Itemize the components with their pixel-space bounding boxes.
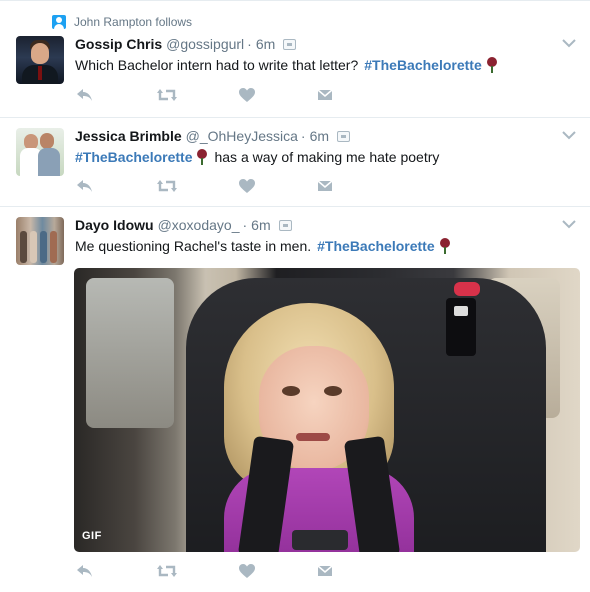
gif-media[interactable]: GIF [74, 268, 580, 552]
heart-icon[interactable] [237, 177, 257, 195]
header-separator: · [300, 128, 306, 144]
heart-icon[interactable] [237, 562, 257, 580]
reply-icon[interactable] [75, 562, 95, 580]
chevron-down-icon[interactable] [562, 219, 576, 229]
header-separator: · [242, 217, 248, 233]
reply-icon[interactable] [75, 177, 95, 195]
author-handle[interactable]: @xoxodayo_ [158, 217, 240, 233]
envelope-icon[interactable] [316, 562, 336, 580]
author-handle[interactable]: @_OhHeyJessica [186, 128, 298, 144]
author-handle[interactable]: @gossipgurl [166, 36, 244, 52]
retweet-icon[interactable] [156, 562, 177, 580]
rose-icon [439, 238, 451, 254]
avatar[interactable] [16, 128, 64, 176]
rose-icon [196, 149, 208, 165]
hashtag-link[interactable]: #TheBachelorette [75, 147, 192, 167]
reply-icon[interactable] [75, 86, 95, 104]
tweet-text: #TheBachelorette has a way of making me … [75, 147, 439, 167]
retweet-icon[interactable] [156, 86, 177, 104]
chevron-down-icon[interactable] [562, 130, 576, 140]
envelope-icon[interactable] [316, 177, 336, 195]
avatar[interactable] [16, 36, 64, 84]
tweet-card[interactable]: Jessica Brimble @_OhHeyJessica · 6m #The… [0, 118, 590, 207]
tweet-timestamp[interactable]: 6m [256, 36, 275, 52]
tweet-text-body: Me questioning Rachel's taste in men. [75, 238, 312, 254]
tweet-header: Jessica Brimble @_OhHeyJessica · 6m [75, 126, 351, 146]
hashtag-link[interactable]: #TheBachelorette [364, 55, 481, 75]
avatar[interactable] [16, 217, 64, 265]
author-name[interactable]: Gossip Chris [75, 36, 162, 52]
tweet-card[interactable]: Gossip Chris @gossipgurl · 6m Which Bach… [0, 0, 590, 118]
hashtag-link[interactable]: #TheBachelorette [317, 236, 434, 256]
tweet-timestamp[interactable]: 6m [251, 217, 270, 233]
tweet-timestamp[interactable]: 6m [310, 128, 329, 144]
retweet-icon[interactable] [156, 177, 177, 195]
tweet-header: Gossip Chris @gossipgurl · 6m [75, 34, 297, 54]
author-name[interactable]: Jessica Brimble [75, 128, 182, 144]
tweet-text: Which Bachelor intern had to write that … [75, 55, 498, 75]
gif-badge: GIF [82, 530, 102, 542]
heart-icon[interactable] [237, 86, 257, 104]
tweet-text-body: has a way of making me hate poetry [214, 149, 440, 165]
card-icon [283, 38, 297, 50]
tweet-header: Dayo Idowu @xoxodayo_ · 6m [75, 215, 292, 235]
header-separator: · [247, 36, 252, 52]
tweet-text-body: Which Bachelor intern had to write that … [75, 57, 359, 73]
chevron-down-icon[interactable] [562, 38, 576, 48]
tweet-text: Me questioning Rachel's taste in men. #T… [75, 236, 451, 256]
envelope-icon[interactable] [316, 86, 336, 104]
rose-icon [486, 57, 498, 73]
card-icon [278, 219, 292, 231]
author-name[interactable]: Dayo Idowu [75, 217, 154, 233]
card-icon [337, 130, 351, 142]
